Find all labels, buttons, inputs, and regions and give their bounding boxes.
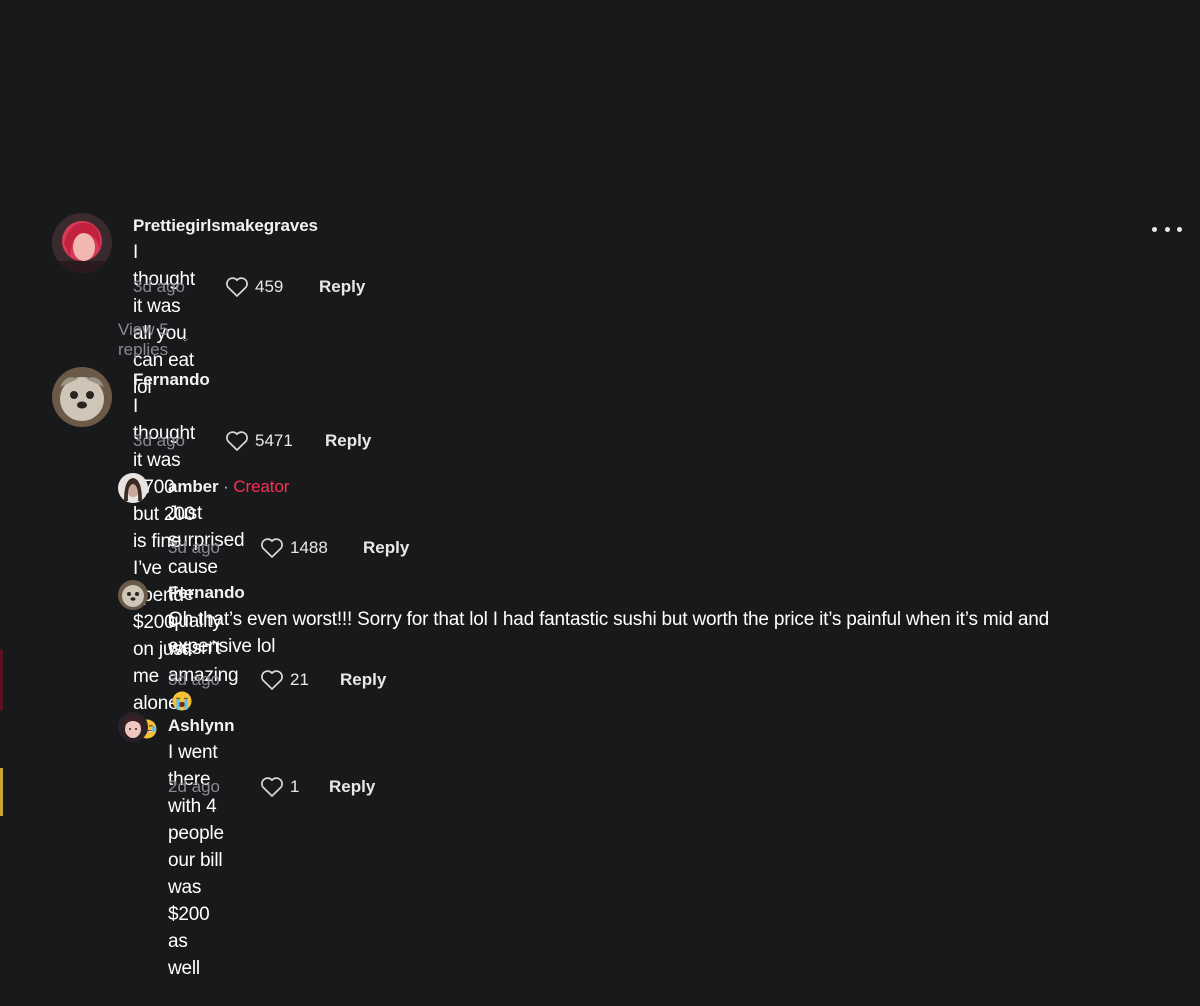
heart-outline-icon — [226, 277, 248, 297]
view-replies-label: View 5 replies — [118, 320, 169, 359]
comments-panel: Prettiegirlsmakegraves I thought it was … — [0, 0, 1200, 1006]
avatar[interactable] — [118, 580, 148, 610]
like-count: 5471 — [255, 431, 293, 450]
more-dot — [1177, 226, 1182, 232]
comment-actions: 3d ago 459 Reply — [133, 275, 365, 299]
reply-button[interactable]: Reply — [329, 777, 375, 797]
like-count: 1 — [290, 777, 300, 796]
reply-button[interactable]: Reply — [325, 431, 371, 451]
like-button[interactable]: 1488 — [260, 537, 363, 559]
comment-actions: 2d ago 1 Reply — [168, 775, 375, 799]
comment-time: 2d ago — [168, 777, 220, 796]
comment-text: Oh that’s even worst!!! Sorry for that l… — [168, 609, 1050, 657]
comment-time: 3d ago — [133, 431, 185, 450]
heart-outline-icon — [226, 431, 248, 451]
edge-accent-yellow — [0, 768, 3, 816]
like-count: 459 — [255, 277, 284, 296]
reply-button[interactable]: Reply — [319, 277, 365, 297]
heart-outline-icon — [261, 777, 283, 797]
comment-actions: 3d ago 1488 Reply — [168, 536, 409, 560]
comment-time: 3d ago — [168, 670, 220, 689]
like-button[interactable]: 5471 — [225, 430, 325, 452]
reply-button[interactable]: Reply — [340, 670, 386, 690]
username[interactable]: Fernando — [133, 370, 210, 390]
avatar[interactable] — [52, 213, 112, 273]
separator-dot: · — [223, 477, 229, 496]
username[interactable]: Ashlynn — [168, 716, 234, 736]
chevron-down-icon — [182, 338, 188, 342]
comment-time: 3d ago — [168, 538, 220, 557]
view-replies-button[interactable]: View 5 replies — [118, 320, 188, 360]
more-options-button[interactable] — [1152, 222, 1182, 236]
creator-badge: Creator — [233, 477, 290, 496]
like-button[interactable]: 21 — [260, 669, 340, 691]
like-button[interactable]: 459 — [225, 276, 319, 298]
more-dot — [1164, 226, 1170, 232]
avatar[interactable] — [118, 473, 148, 503]
username-label[interactable]: amber — [168, 477, 219, 496]
comment-actions: 3d ago 21 Reply — [168, 668, 386, 692]
comment-actions: 3d ago 5471 Reply — [133, 429, 371, 453]
heart-outline-icon — [261, 538, 283, 558]
more-dot — [1152, 226, 1157, 232]
like-count: 21 — [290, 670, 309, 689]
like-button[interactable]: 1 — [260, 776, 329, 798]
reply-button[interactable]: Reply — [363, 538, 409, 558]
avatar[interactable] — [52, 367, 112, 427]
username[interactable]: Prettiegirlsmakegraves — [133, 216, 318, 236]
heart-outline-icon — [261, 670, 283, 690]
username: amber · Creator — [168, 477, 289, 497]
like-count: 1488 — [290, 538, 328, 557]
avatar[interactable] — [118, 712, 148, 742]
username[interactable]: Fernando — [168, 583, 245, 603]
loudly-crying-face-icon — [172, 691, 192, 711]
comment-time: 3d ago — [133, 277, 185, 296]
edge-accent-red — [0, 650, 3, 710]
